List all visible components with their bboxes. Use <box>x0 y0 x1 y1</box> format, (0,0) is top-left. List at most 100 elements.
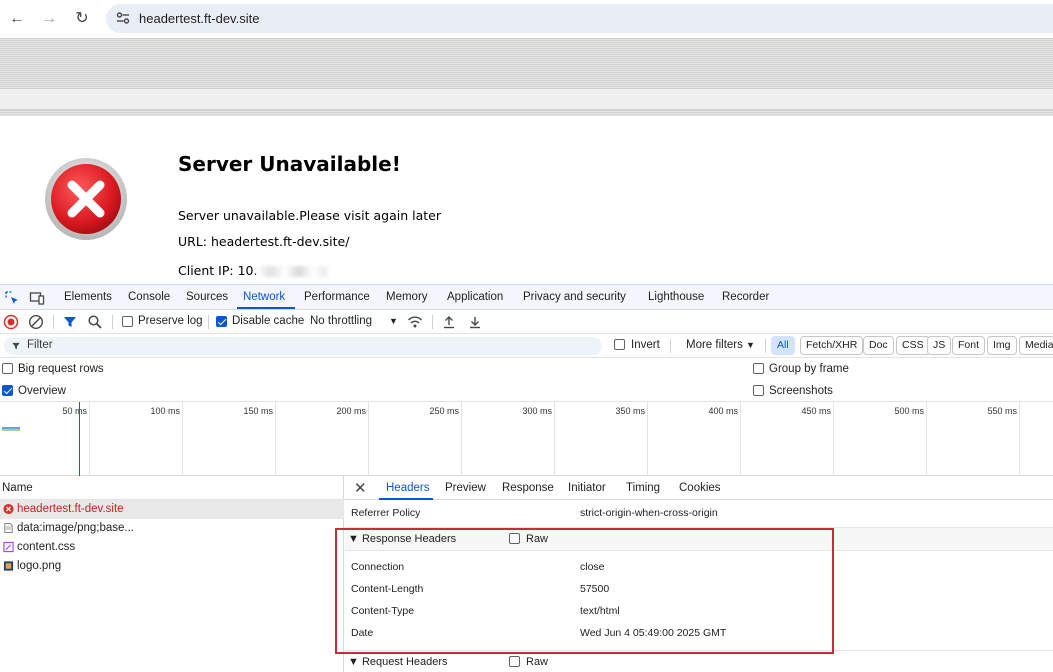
toolbar-divider <box>432 315 433 329</box>
chip-js[interactable]: JS <box>927 336 952 355</box>
tick-line <box>926 402 927 476</box>
chevron-down-icon[interactable]: ▼ <box>746 340 755 350</box>
tick-label: 300 ms <box>522 406 552 416</box>
section-title[interactable]: ▼ Request Headers <box>348 656 448 668</box>
client-ip: Client IP: 10. <box>178 263 328 278</box>
filter-icon[interactable] <box>62 314 78 330</box>
tab-lighthouse[interactable]: Lighthouse <box>648 291 704 303</box>
tick-line <box>182 402 183 476</box>
overview-checkbox[interactable] <box>2 385 13 396</box>
chevron-down-icon[interactable]: ▼ <box>389 316 398 326</box>
throttling-select[interactable]: No throttling <box>310 315 372 327</box>
tab-timing[interactable]: Timing <box>626 482 660 494</box>
network-conditions-icon[interactable] <box>407 314 423 330</box>
list-item[interactable]: data:image/png;base... <box>0 519 344 538</box>
group-by-frame-checkbox[interactable] <box>753 363 764 374</box>
chip-all[interactable]: All <box>771 336 795 355</box>
error-message: Server unavailable.Please visit again la… <box>178 208 441 223</box>
redacted-ip <box>257 266 328 277</box>
tab-initiator[interactable]: Initiator <box>568 482 606 494</box>
chip-fetch-xhr[interactable]: Fetch/XHR <box>800 336 864 355</box>
filter-bar: Filter Invert More filters ▼ All Fetch/X… <box>0 334 1053 358</box>
request-name: headertest.ft-dev.site <box>17 503 124 515</box>
active-tab-indicator <box>379 498 433 500</box>
chip-media[interactable]: Media <box>1019 336 1053 355</box>
chip-img[interactable]: Img <box>987 336 1017 355</box>
disable-cache-label: Disable cache <box>232 315 305 327</box>
details-tabbar: ✕ Headers Preview Response Initiator Tim… <box>345 476 1053 500</box>
image-file-icon <box>3 561 14 571</box>
search-icon[interactable] <box>87 314 103 330</box>
name-column-label: Name <box>2 482 33 494</box>
record-icon[interactable] <box>3 314 19 330</box>
clear-icon[interactable] <box>28 314 44 330</box>
header-row: Referrer Policy strict-origin-when-cross… <box>345 502 1053 524</box>
chip-css[interactable]: CSS <box>896 336 930 355</box>
network-options: Big request rows Overview Group by frame… <box>0 358 1053 402</box>
name-column-header[interactable]: Name <box>0 476 344 500</box>
tab-cookies[interactable]: Cookies <box>679 482 721 494</box>
request-name: content.css <box>17 541 76 553</box>
reload-icon[interactable]: ↻ <box>72 9 92 29</box>
site-info-icon[interactable] <box>116 11 130 25</box>
tab-console[interactable]: Console <box>128 291 170 303</box>
invert-label: Invert <box>631 339 660 351</box>
arrow-right-icon[interactable]: → <box>39 9 59 29</box>
arrow-left-icon[interactable]: ← <box>7 9 27 29</box>
close-icon[interactable]: ✕ <box>354 479 367 497</box>
tab-preview[interactable]: Preview <box>445 482 486 494</box>
upload-icon[interactable] <box>441 314 457 330</box>
dom-content-loaded-line <box>79 402 80 476</box>
tick-label: 500 ms <box>894 406 924 416</box>
browser-toolbar: ← → ↻ headertest.ft-dev.site <box>0 0 1053 38</box>
device-toolbar-icon[interactable] <box>29 290 45 306</box>
tab-application[interactable]: Application <box>447 291 503 303</box>
request-name: data:image/png;base... <box>17 522 134 534</box>
more-filters-dropdown[interactable]: More filters <box>686 339 743 351</box>
tick-line <box>740 402 741 476</box>
tab-recorder[interactable]: Recorder <box>722 291 769 303</box>
annotation-highlight-box <box>335 528 834 654</box>
disable-cache-checkbox[interactable] <box>216 316 227 327</box>
filter-input[interactable]: Filter <box>4 337 602 355</box>
tab-headers[interactable]: Headers <box>386 482 429 494</box>
download-icon[interactable] <box>467 314 483 330</box>
list-item[interactable]: logo.png <box>0 557 344 576</box>
tick-line <box>554 402 555 476</box>
request-list: Name headertest.ft-dev.site data:image/p… <box>0 476 344 672</box>
toolbar-divider <box>112 315 113 329</box>
file-icon <box>4 522 13 534</box>
filter-placeholder: Filter <box>27 339 53 351</box>
tick-label: 350 ms <box>615 406 645 416</box>
raw-checkbox[interactable] <box>509 656 520 667</box>
preserve-log-label: Preserve log <box>138 315 203 327</box>
element-picker-icon[interactable] <box>4 290 20 306</box>
tick-line <box>89 402 90 476</box>
tab-privacy-security[interactable]: Privacy and security <box>523 291 626 303</box>
request-name: logo.png <box>17 560 62 572</box>
invert-checkbox[interactable] <box>614 339 625 350</box>
tab-response[interactable]: Response <box>502 482 554 494</box>
list-item[interactable]: content.css <box>0 538 344 557</box>
tab-memory[interactable]: Memory <box>386 291 428 303</box>
tick-label: 100 ms <box>150 406 180 416</box>
error-icon <box>3 503 14 515</box>
tab-network[interactable]: Network <box>243 291 285 303</box>
address-bar[interactable]: headertest.ft-dev.site <box>106 4 1053 33</box>
list-item[interactable]: headertest.ft-dev.site <box>0 500 344 519</box>
tab-performance[interactable]: Performance <box>304 291 370 303</box>
overview-label: Overview <box>18 385 66 397</box>
tick-label: 150 ms <box>243 406 273 416</box>
screenshots-checkbox[interactable] <box>753 385 764 396</box>
tab-elements[interactable]: Elements <box>64 291 112 303</box>
big-request-rows-checkbox[interactable] <box>2 363 13 374</box>
tab-sources[interactable]: Sources <box>186 291 228 303</box>
chip-doc[interactable]: Doc <box>863 336 894 355</box>
error-url: URL: headertest.ft-dev.site/ <box>178 234 350 249</box>
network-overview-timeline[interactable]: 50 ms 100 ms 150 ms 200 ms 250 ms 300 ms… <box>0 402 1053 476</box>
header-key: Referrer Policy <box>351 507 421 519</box>
preserve-log-checkbox[interactable] <box>122 316 133 327</box>
tick-label: 450 ms <box>801 406 831 416</box>
url-text[interactable]: headertest.ft-dev.site <box>139 11 259 26</box>
chip-font[interactable]: Font <box>952 336 986 355</box>
